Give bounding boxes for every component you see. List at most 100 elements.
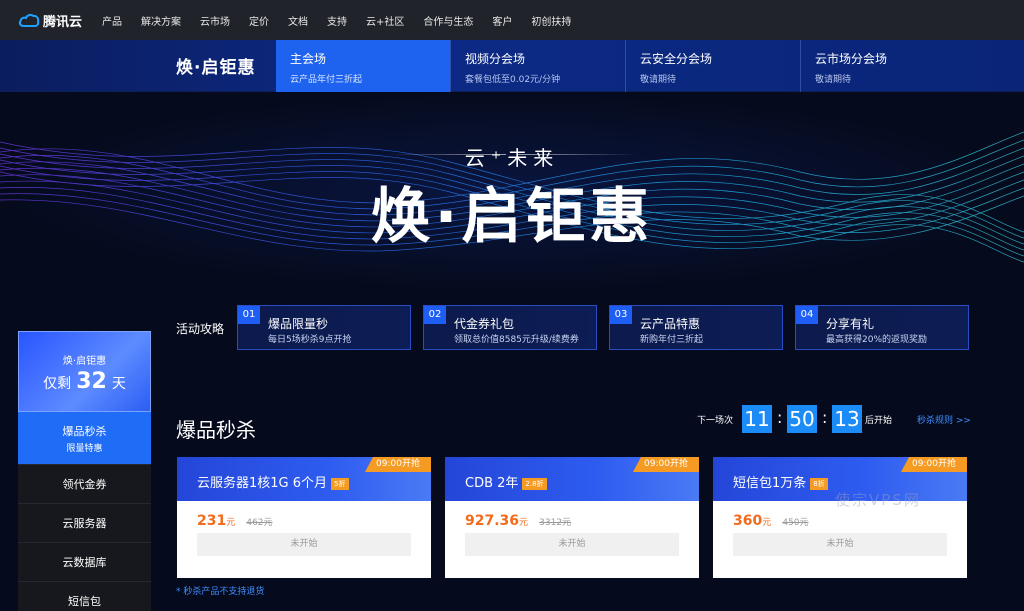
flash-sale-title: 爆品秒杀 — [176, 418, 256, 442]
nav-item-startup[interactable]: 初创扶持 — [531, 13, 571, 28]
start-time-tag: 09:00开抢 — [633, 457, 699, 472]
sidebar-item-label: 爆品秒杀 — [62, 424, 107, 438]
tab-market-venue[interactable]: 云市场分会场 敬请期待 — [800, 40, 974, 92]
price-value: 231 — [197, 513, 227, 529]
tab-desc: 套餐包低至0.02元/分钟 — [465, 75, 561, 85]
tab-desc: 敬请期待 — [640, 75, 677, 85]
countdown-title: 焕·启钜惠 — [62, 356, 107, 367]
price-value: 927.36 — [465, 513, 520, 529]
hero-banner: 云⁺未来 焕·启钜惠 — [0, 92, 1024, 292]
next-session-label: 下一场次 — [697, 416, 734, 426]
tab-label: 视频分会场 — [465, 52, 526, 66]
subnav-title: 焕·启钜惠 — [176, 58, 256, 78]
product-name: CDB 2年 2.8折 — [465, 472, 547, 491]
logo[interactable]: 腾讯云 — [18, 11, 102, 30]
guide-card-share[interactable]: 04 分享有礼 最高获得20%的返现奖励 — [795, 305, 969, 350]
product-header: 09:00开抢 CDB 2年 2.8折 — [445, 457, 699, 501]
nav-item-partners[interactable]: 合作与生态 — [423, 13, 473, 28]
product-card-cdb: 09:00开抢 CDB 2年 2.8折 927.36元 3312元 未开始 — [445, 457, 699, 578]
sidebar-item-sms[interactable]: 短信包 — [18, 582, 151, 611]
original-price: 462元 — [246, 518, 273, 528]
tab-desc: 云产品年付三折起 — [290, 75, 363, 85]
price-unit: 元 — [226, 518, 236, 528]
product-header: 09:00开抢 云服务器1核1G 6个月 5折 — [177, 457, 431, 501]
nav-item-products[interactable]: 产品 — [102, 13, 122, 28]
guide-card-products[interactable]: 03 云产品特惠 新购年付三折起 — [609, 305, 783, 350]
sidebar-item-label: 云服务器 — [62, 517, 107, 530]
original-price: 450元 — [782, 518, 809, 528]
not-started-button[interactable]: 未开始 — [733, 533, 947, 556]
product-price: 927.36元 3312元 — [465, 510, 571, 529]
sidebar: 焕·启钜惠 仅剩 32 天 爆品秒杀 限量特惠 领代金券 云服务器 云数据库 短… — [18, 331, 151, 611]
discount-badge: 5折 — [331, 477, 349, 490]
countdown-box: 焕·启钜惠 仅剩 32 天 — [18, 331, 151, 412]
nav-item-community[interactable]: 云+社区 — [366, 13, 404, 28]
tab-label: 云安全分会场 — [640, 52, 713, 66]
timer-hours: 11 — [742, 405, 772, 433]
price-value: 360 — [733, 513, 763, 529]
product-price: 231元 462元 — [197, 510, 273, 529]
guide-desc: 新购年付三折起 — [640, 335, 704, 345]
product-card-sms: 09:00开抢 短信包1万条 8折 360元 450元 未开始 — [713, 457, 967, 578]
timer-colon: : — [777, 408, 783, 427]
product-card-cvm: 09:00开抢 云服务器1核1G 6个月 5折 231元 462元 未开始 — [177, 457, 431, 578]
nav-item-pricing[interactable]: 定价 — [249, 13, 269, 28]
guide-number: 04 — [796, 306, 818, 324]
guide-title: 分享有礼 — [826, 317, 875, 331]
guide-label: 活动攻略 — [176, 322, 225, 336]
start-time-tag: 09:00开抢 — [901, 457, 967, 472]
not-started-button[interactable]: 未开始 — [197, 533, 411, 556]
sidebar-item-label: 短信包 — [68, 595, 101, 608]
sidebar-item-database[interactable]: 云数据库 — [18, 543, 151, 582]
original-price: 3312元 — [539, 518, 572, 528]
guide-title: 云产品特惠 — [640, 317, 701, 331]
nav-item-support[interactable]: 支持 — [327, 13, 347, 28]
footnote: * 秒杀产品不支持退货 — [176, 587, 265, 597]
timer-minutes: 50 — [787, 405, 817, 433]
sidebar-item-label: 云数据库 — [62, 556, 107, 569]
logo-text: 腾讯云 — [43, 14, 83, 30]
not-started-button[interactable]: 未开始 — [465, 533, 679, 556]
tab-desc: 敬请期待 — [815, 75, 852, 85]
tab-security-venue[interactable]: 云安全分会场 敬请期待 — [625, 40, 799, 92]
cloud-logo-icon — [18, 13, 40, 27]
countdown-days: 仅剩 32 天 — [19, 369, 150, 394]
sidebar-item-flash-sale[interactable]: 爆品秒杀 限量特惠 — [18, 412, 151, 465]
hero-subtitle: 云⁺未来 — [464, 146, 560, 170]
nav-item-customers[interactable]: 客户 — [492, 13, 512, 28]
nav-item-docs[interactable]: 文档 — [288, 13, 308, 28]
start-label: 后开始 — [865, 416, 893, 426]
hero-title: 焕·启钜惠 — [370, 182, 654, 252]
guide-desc: 每日5场秒杀9点开抢 — [268, 335, 352, 345]
timer-seconds: 13 — [832, 405, 862, 433]
tab-main-venue[interactable]: 主会场 云产品年付三折起 — [276, 40, 450, 92]
sidebar-item-label: 领代金券 — [62, 478, 107, 491]
tab-label: 云市场分会场 — [815, 52, 888, 66]
guide-card-flash[interactable]: 01 爆品限量秒 每日5场秒杀9点开抢 — [237, 305, 411, 350]
product-name: 云服务器1核1G 6个月 5折 — [197, 472, 349, 491]
nav-item-marketplace[interactable]: 云市场 — [200, 13, 230, 28]
countdown-suffix: 天 — [111, 376, 126, 392]
guide-desc: 最高获得20%的返现奖励 — [826, 335, 928, 345]
guide-card-voucher[interactable]: 02 代金券礼包 领取总价值8585元升级/续费券 — [423, 305, 597, 350]
price-unit: 元 — [762, 518, 772, 528]
rules-link[interactable]: 秒杀规则 >> — [917, 413, 971, 426]
guide-title: 爆品限量秒 — [268, 317, 329, 331]
guide-number: 03 — [610, 306, 632, 324]
sidebar-item-vouchers[interactable]: 领代金券 — [18, 465, 151, 504]
nav-item-solutions[interactable]: 解决方案 — [141, 13, 181, 28]
top-nav: 腾讯云 产品 解决方案 云市场 定价 文档 支持 云+社区 合作与生态 客户 初… — [0, 0, 1024, 40]
guide-title: 代金券礼包 — [454, 317, 515, 331]
product-name-text: 短信包1万条 — [733, 476, 807, 491]
discount-badge: 2.8折 — [522, 477, 547, 490]
watermark: 使宗VPS网 — [835, 491, 921, 509]
guide-desc: 领取总价值8585元升级/续费券 — [454, 335, 579, 345]
price-unit: 元 — [519, 518, 529, 528]
tab-video-venue[interactable]: 视频分会场 套餐包低至0.02元/分钟 — [450, 40, 624, 92]
sidebar-item-cvm[interactable]: 云服务器 — [18, 504, 151, 543]
start-time-tag: 09:00开抢 — [365, 457, 431, 472]
sidebar-item-sub: 限量特惠 — [66, 443, 103, 454]
countdown-prefix: 仅剩 — [43, 376, 72, 392]
product-name-text: 云服务器1核1G 6个月 — [197, 476, 328, 491]
discount-badge: 8折 — [810, 477, 828, 490]
